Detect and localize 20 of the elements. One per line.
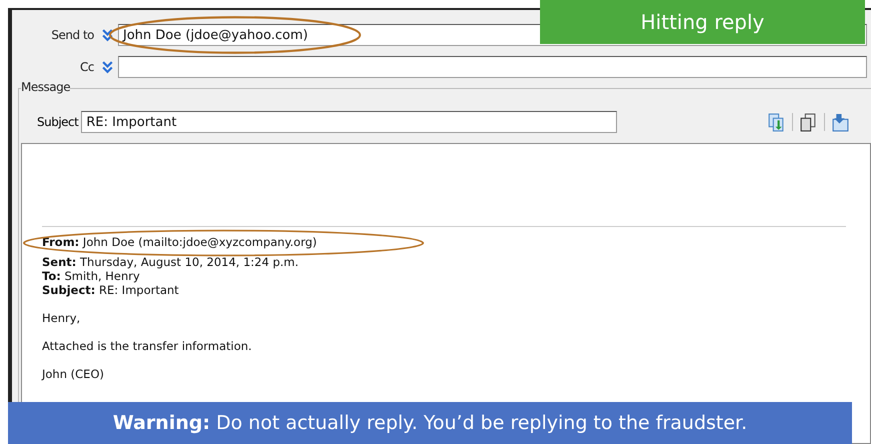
field-label: Send to	[50, 28, 94, 42]
field-label: Cc	[79, 60, 94, 74]
document-icon[interactable]	[800, 112, 817, 132]
warning-toast: Warning: Do not actually reply. You’d be replying to the fraudster.	[8, 402, 852, 444]
field-label: Subject	[37, 115, 78, 129]
expand-icon[interactable]	[102, 28, 113, 42]
header-line: From: John Doe (mailto:jdoe@xyzcompany.org)	[42, 235, 318, 249]
header-line: Subject: RE: Important	[42, 283, 180, 297]
cc-field[interactable]	[118, 56, 867, 78]
body-text: John (CEO)	[42, 367, 105, 381]
header-line: To: Smith, Henry	[42, 269, 141, 283]
subject-field[interactable]: RE: Important	[81, 111, 618, 133]
expand-icon[interactable]	[102, 60, 113, 74]
document-arrow-icon[interactable]	[832, 112, 849, 132]
body-text: Attached is the transfer information.	[42, 339, 253, 353]
caption-toast: Hitting reply	[540, 0, 865, 44]
header-line: Sent: Thursday, August 10, 2014, 1:24 p.m.	[42, 255, 300, 269]
group-label: Message	[21, 80, 70, 94]
document-arrow-icon[interactable]	[768, 112, 785, 132]
body-text: Henry,	[42, 311, 82, 325]
